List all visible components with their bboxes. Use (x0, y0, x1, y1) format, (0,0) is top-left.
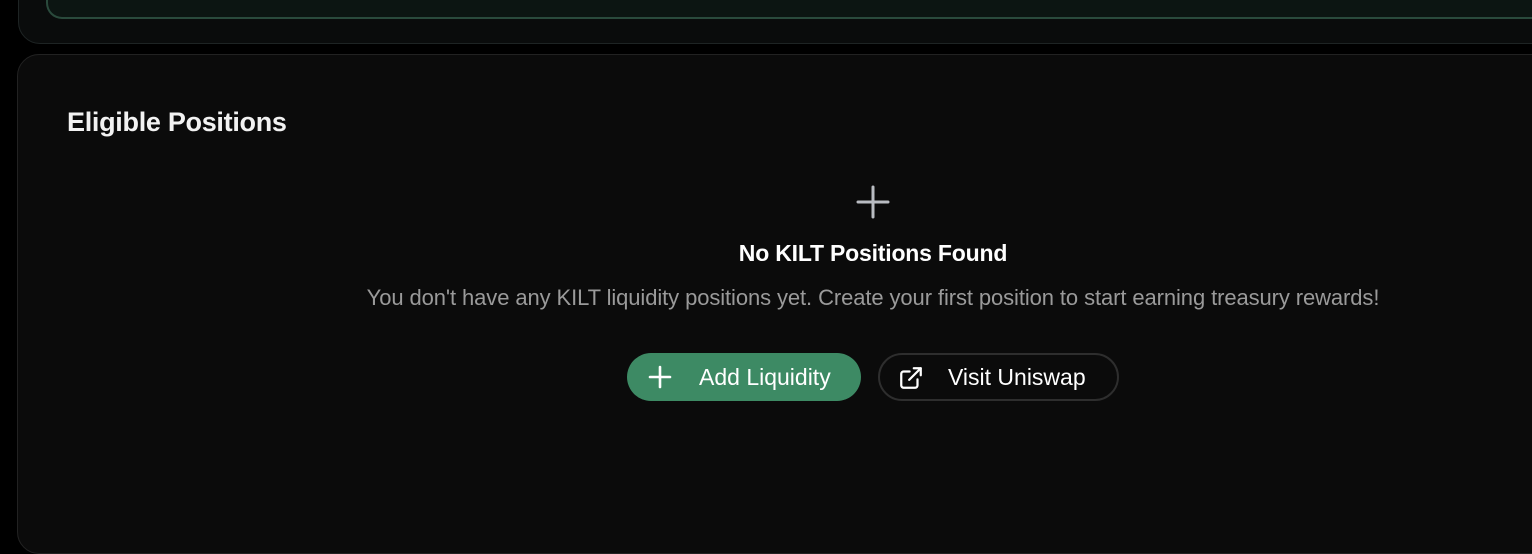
eligible-positions-card: Eligible Positions No KILT Positions Fou… (17, 54, 1532, 554)
plus-icon (856, 185, 890, 219)
visit-uniswap-button[interactable]: Visit Uniswap (878, 353, 1119, 401)
empty-state-description: You don't have any KILT liquidity positi… (366, 285, 1380, 310)
empty-state-title: No KILT Positions Found (738, 240, 1008, 266)
external-link-icon (898, 364, 924, 390)
visit-uniswap-label: Visit Uniswap (948, 363, 1086, 390)
add-liquidity-label: Add Liquidity (699, 363, 831, 390)
section-title: Eligible Positions (67, 107, 287, 137)
plus-icon (647, 364, 673, 390)
add-liquidity-button[interactable]: Add Liquidity (627, 353, 861, 401)
previous-card (18, 0, 1532, 44)
empty-state: No KILT Positions Found You don't have a… (274, 185, 1472, 311)
action-buttons: Add Liquidity Visit Uniswap (627, 353, 1119, 401)
previous-card-inner-panel (46, 0, 1532, 19)
